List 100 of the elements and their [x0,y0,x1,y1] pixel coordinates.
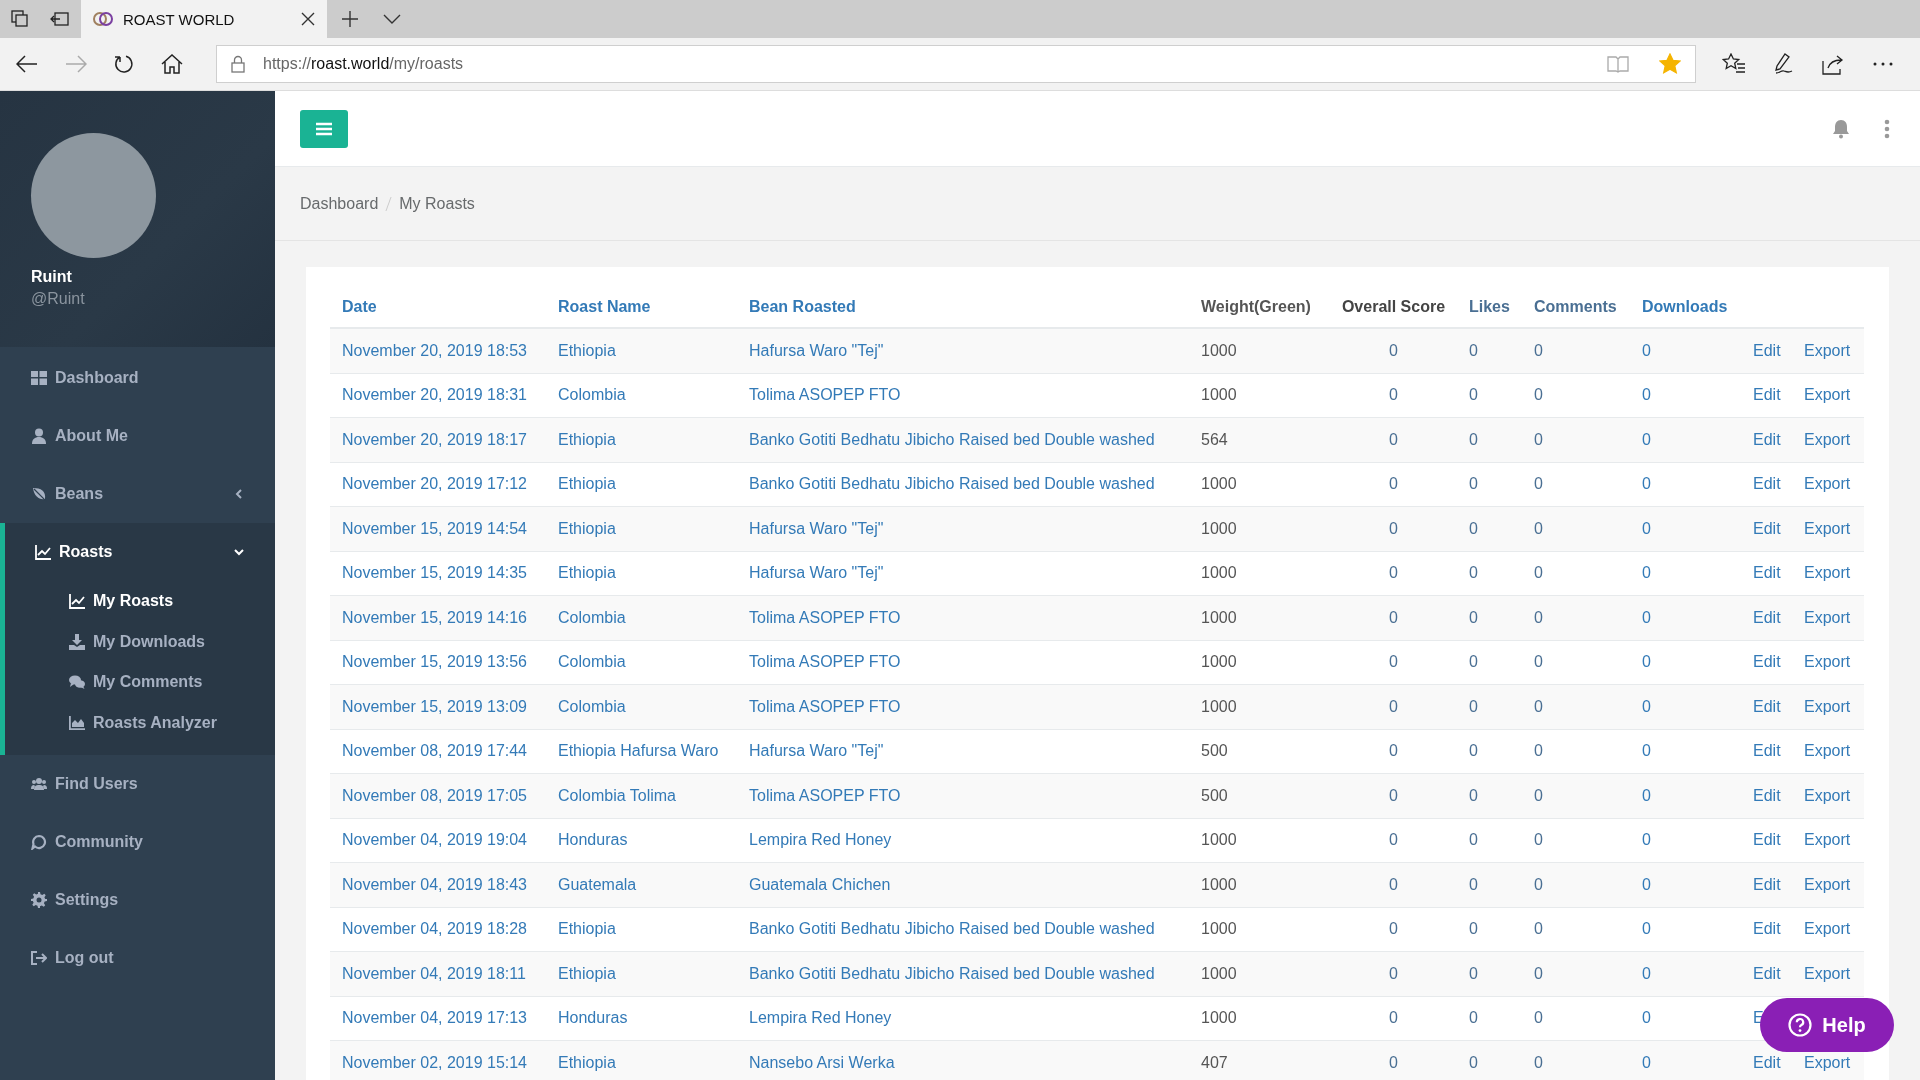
table-link[interactable]: Colombia [546,697,626,716]
export-link[interactable]: Export [1792,564,1851,583]
favorites-list-icon[interactable] [1722,53,1746,75]
table-link[interactable]: 0 [1630,341,1651,360]
new-tab-icon[interactable] [341,10,359,28]
table-link[interactable]: November 15, 2019 14:16 [330,608,527,627]
table-link[interactable]: 0 [1630,519,1651,538]
menu-button[interactable] [300,109,348,148]
edit-link[interactable]: Edit [1741,564,1781,583]
table-link[interactable]: Hafursa Waro "Tej" [737,564,884,583]
table-link[interactable]: November 04, 2019 19:04 [330,831,527,850]
table-link[interactable]: November 20, 2019 18:17 [330,430,527,449]
export-link[interactable]: Export [1792,920,1851,939]
submenu-item[interactable]: My Downloads [5,621,275,662]
kebab-icon[interactable] [1884,118,1890,139]
refresh-icon[interactable] [114,54,134,74]
export-link[interactable]: Export [1792,608,1851,627]
table-link[interactable]: Colombia [546,608,626,627]
table-link[interactable]: November 04, 2019 17:13 [330,1009,527,1028]
table-link[interactable]: Ethiopia Hafursa Waro [546,742,719,761]
table-link[interactable]: Colombia [546,386,626,405]
table-link[interactable]: November 04, 2019 18:11 [330,964,526,983]
export-link[interactable]: Export [1792,341,1851,360]
export-link[interactable]: Export [1792,964,1851,983]
address-field[interactable]: https://roast.world/my/roasts [216,45,1696,83]
export-link[interactable]: Export [1792,653,1851,672]
table-link[interactable]: Guatemala [546,875,637,894]
table-link[interactable]: 0 [1630,1009,1651,1028]
table-link[interactable]: Banko Gotiti Bedhatu Jibicho Raised bed Double washed [737,964,1155,983]
edit-link[interactable]: Edit [1741,430,1781,449]
table-link[interactable]: 0 [1630,742,1651,761]
table-link[interactable]: Ethiopia [546,519,616,538]
edit-link[interactable]: Edit [1741,697,1781,716]
table-link[interactable]: November 08, 2019 17:44 [330,742,527,761]
table-link[interactable]: November 08, 2019 17:05 [330,786,527,805]
table-link[interactable]: Ethiopia [546,1053,616,1072]
table-link[interactable]: November 20, 2019 17:12 [330,475,527,494]
sidebar-item[interactable]: Find Users [0,755,275,813]
submenu-item[interactable]: My Comments [5,662,275,703]
submenu-item[interactable]: Roasts Analyzer [5,702,275,743]
table-link[interactable]: 0 [1630,831,1651,850]
export-link[interactable]: Export [1792,786,1851,805]
table-link[interactable]: 0 [1630,386,1651,405]
table-link[interactable]: 0 [1630,475,1651,494]
edit-link[interactable]: Edit [1741,1053,1781,1072]
table-link[interactable]: November 15, 2019 13:09 [330,697,527,716]
table-link[interactable]: Banko Gotiti Bedhatu Jibicho Raised bed Double washed [737,475,1155,494]
table-link[interactable]: November 20, 2019 18:53 [330,341,527,360]
more-icon[interactable] [1872,61,1894,67]
table-link[interactable]: Lempira Red Honey [737,831,892,850]
table-link[interactable]: Colombia Tolima [546,786,676,805]
table-link[interactable]: Ethiopia [546,564,616,583]
sidebar-item[interactable]: Dashboard [0,349,275,407]
table-link[interactable]: Lempira Red Honey [737,1009,892,1028]
table-link[interactable]: November 15, 2019 14:54 [330,519,527,538]
edit-link[interactable]: Edit [1741,653,1781,672]
sidebar-item[interactable]: About Me [0,407,275,465]
edit-link[interactable]: Edit [1741,475,1781,494]
export-link[interactable]: Export [1792,1053,1851,1072]
sidebar-item[interactable]: Settings [0,871,275,929]
breadcrumb-item[interactable]: My Roasts [399,194,475,213]
edit-link[interactable]: Edit [1741,386,1781,405]
table-link[interactable]: 0 [1630,1053,1651,1072]
table-link[interactable]: 0 [1630,653,1651,672]
export-link[interactable]: Export [1792,386,1851,405]
table-link[interactable]: Banko Gotiti Bedhatu Jibicho Raised bed Double washed [737,920,1155,939]
table-link[interactable]: November 02, 2019 15:14 [330,1053,527,1072]
table-link[interactable]: Hafursa Waro "Tej" [737,341,884,360]
table-link[interactable]: Ethiopia [546,341,616,360]
table-link[interactable]: Tolima ASOPEP FTO [737,786,901,805]
table-link[interactable]: Tolima ASOPEP FTO [737,386,901,405]
export-link[interactable]: Export [1792,430,1851,449]
export-link[interactable]: Export [1792,742,1851,761]
table-link[interactable]: 0 [1630,964,1651,983]
table-link[interactable]: Hafursa Waro "Tej" [737,519,884,538]
table-link[interactable]: Ethiopia [546,920,616,939]
table-link[interactable]: Ethiopia [546,964,616,983]
table-link[interactable]: 0 [1630,430,1651,449]
edit-link[interactable]: Edit [1741,341,1781,360]
table-link[interactable]: 0 [1630,608,1651,627]
table-link[interactable]: Tolima ASOPEP FTO [737,653,901,672]
table-link[interactable]: Nansebo Arsi Werka [737,1053,895,1072]
close-icon[interactable] [301,12,315,26]
table-link[interactable]: 0 [1630,875,1651,894]
table-link[interactable]: Tolima ASOPEP FTO [737,697,901,716]
table-link[interactable]: Honduras [546,1009,628,1028]
table-link[interactable]: November 04, 2019 18:28 [330,920,527,939]
export-link[interactable]: Export [1792,831,1851,850]
table-link[interactable]: November 15, 2019 13:56 [330,653,527,672]
browser-tab[interactable]: ROAST WORLD [81,0,327,38]
table-link[interactable]: Hafursa Waro "Tej" [737,742,884,761]
table-link[interactable]: 0 [1630,786,1651,805]
table-link[interactable]: Ethiopia [546,475,616,494]
table-link[interactable]: Tolima ASOPEP FTO [737,608,901,627]
edit-link[interactable]: Edit [1741,519,1781,538]
star-icon[interactable] [1659,53,1681,75]
export-link[interactable]: Export [1792,519,1851,538]
home-icon[interactable] [161,54,183,74]
table-link[interactable]: Colombia [546,653,626,672]
table-link[interactable]: Guatemala Chichen [737,875,891,894]
